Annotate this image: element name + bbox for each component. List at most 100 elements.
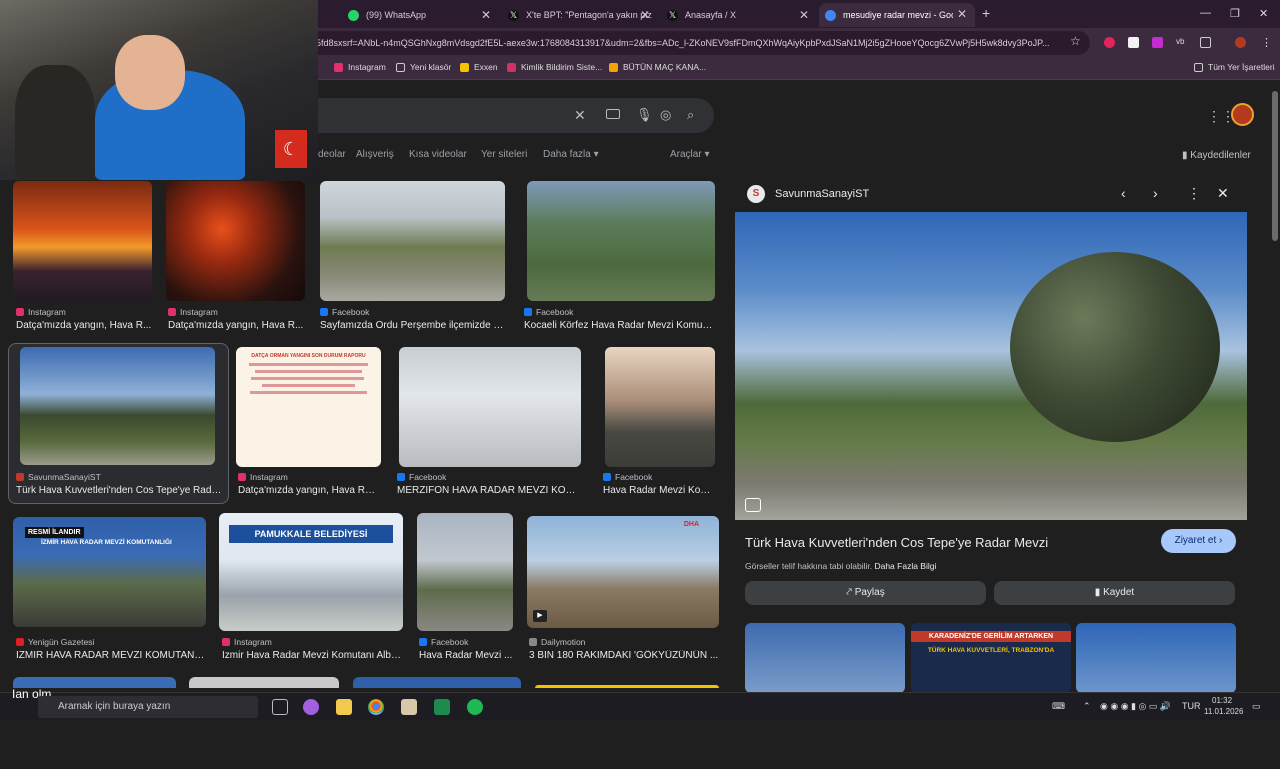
result-image[interactable]: PAMUKKALE BELEDİYESİ [219,513,403,631]
address-bar[interactable]: 5fd8sxsrf=ANbL-n4mQSGhNxg8mVdsgd2fE5L-ae… [300,31,1090,55]
close-window-icon[interactable]: ✕ [1259,7,1268,20]
result-image[interactable]: DHA ▶ [527,516,719,628]
restore-icon[interactable]: ❐ [1230,7,1240,20]
result-image[interactable] [353,677,521,688]
minimize-icon[interactable]: — [1200,7,1211,19]
more-options-icon[interactable]: ⋮ [1187,185,1201,202]
result-caption[interactable]: Kocaeli Körfez Hava Radar Mevzi Komuta..… [524,320,714,331]
result-caption[interactable]: Sayfamızda Ordu Perşembe ilçemizde g... [320,320,506,331]
tray-icons[interactable]: ◉ ◉ ◉ ▮ ◎ ▭ 🔊 [1100,701,1171,712]
close-icon[interactable]: ✕ [1217,185,1229,202]
bookmark-instagram[interactable]: Instagram [334,62,386,72]
clock-date[interactable]: 11.01.2026 [1204,707,1243,716]
new-tab-button[interactable]: + [982,5,990,21]
tab-x-post[interactable]: 𝕏 X'te BPT: "Pentagon'a yakın piz ✕ [502,4,658,26]
bookmark-exxen[interactable]: Exxen [460,62,498,72]
previous-icon[interactable]: ‹ [1121,185,1126,201]
close-tab-icon[interactable]: ✕ [799,8,809,22]
all-bookmarks[interactable]: Tüm Yer İşaretleri [1194,62,1275,72]
keyboard-icon[interactable] [606,109,620,119]
result-image[interactable] [527,181,715,301]
visit-button[interactable]: Ziyaret et › [1161,529,1236,553]
result-caption[interactable]: Datça'mızda yangın, Hava Ra... [238,485,378,496]
related-image[interactable] [1076,623,1236,693]
result-caption[interactable]: 3 BİN 180 RAKIMDAKİ 'GÖKYÜZÜNÜN ... [529,650,719,661]
menu-kebab-icon[interactable]: ⋮ [1261,36,1272,49]
tools-button[interactable]: Araçlar ▾ [670,149,709,160]
filter-places[interactable]: Yer siteleri [481,149,527,160]
show-hidden-icons[interactable]: ⌃ [1083,701,1091,712]
result-caption[interactable]: Türk Hava Kuvvetleri'nden Cos Tepe'ye Ra… [16,485,222,496]
result-caption[interactable]: MERZİFON HAVA RADAR MEVZİ KOMU... [397,485,583,496]
search-icon[interactable]: ⌕ [687,107,694,123]
app-icon[interactable] [434,699,450,715]
saved-button[interactable]: ▮ Kaydedilenler [1182,150,1251,161]
result-caption[interactable]: İzmir Hava Radar Mevzi Komutanı Alba... [222,650,404,661]
task-view-icon[interactable] [272,699,288,715]
account-avatar[interactable] [1231,103,1254,126]
clock-time[interactable]: 01:32 [1212,696,1232,705]
result-image[interactable] [535,685,719,688]
result-caption[interactable]: Hava Radar Mevzi Kom... [603,485,715,496]
more-info-link[interactable]: Daha Fazla Bilgi [874,561,936,571]
app-icon[interactable] [303,699,319,715]
close-tab-icon[interactable]: ✕ [640,8,650,22]
tab-whatsapp[interactable]: (99) WhatsApp ✕ [342,4,499,26]
bookmark-folder[interactable]: Yeni klasör [396,62,451,72]
app-icon[interactable] [401,699,417,715]
filter-videos[interactable]: deolar [318,149,346,160]
result-image[interactable] [399,347,581,467]
close-tab-icon[interactable]: ✕ [481,8,491,22]
page-scrollbar[interactable] [1270,81,1280,688]
extensions-puzzle-icon[interactable] [1200,37,1211,48]
result-image[interactable] [166,181,305,301]
extension-icon[interactable] [1128,37,1139,48]
keyboard-tray-icon[interactable]: ⌨ [1052,701,1065,712]
chrome-icon[interactable] [368,699,384,715]
tab-x-home[interactable]: 𝕏 Anasayfa / X ✕ [661,4,817,26]
language-indicator[interactable]: TUR [1182,701,1201,711]
extension-icon[interactable] [1152,37,1163,48]
result-image[interactable] [605,347,715,467]
result-image[interactable] [20,347,215,465]
result-image[interactable] [320,181,505,301]
extension-icon[interactable]: vb [1176,37,1187,48]
extension-icon[interactable] [1104,37,1115,48]
preview-image[interactable] [735,212,1247,520]
taskbar-search[interactable]: Aramak için buraya yazın [38,696,258,718]
filter-more[interactable]: Daha fazla ▾ [543,149,599,160]
microphone-icon[interactable]: 🎙 [636,107,653,123]
result-image[interactable]: RESMİ İLANDIR İZMİR HAVA RADAR MEVZİ KOM… [13,517,206,627]
result-caption[interactable]: Datça'mızda yangın, Hava R... [168,320,308,331]
result-caption[interactable]: Hava Radar Mevzi ... [419,650,513,661]
next-icon[interactable]: › [1153,185,1158,201]
lens-search-icon[interactable] [745,498,761,512]
related-image[interactable]: KARADENİZ'DE GERİLİM ARTARKEN TÜRK HAVA … [911,623,1071,693]
result-image[interactable] [417,513,513,631]
result-caption[interactable]: Datça'mızda yangın, Hava R... [16,320,156,331]
profile-avatar[interactable] [1235,37,1246,48]
lens-icon[interactable]: ◎ [660,107,671,123]
result-image[interactable] [13,181,152,301]
file-explorer-icon[interactable] [336,699,352,715]
result-caption[interactable]: İZMİR HAVA RADAR MEVZİ KOMUTANL... [16,650,206,661]
save-button[interactable]: ▮ Kaydet [994,581,1235,605]
notifications-icon[interactable]: ▭ [1252,701,1261,712]
panel-site-name[interactable]: SavunmaSanayiST [775,188,869,200]
spotify-icon[interactable] [467,699,483,715]
related-image[interactable] [745,623,905,693]
bookmark-mac-kanali[interactable]: BÜTÜN MAÇ KANA... [609,62,706,72]
panel-title[interactable]: Türk Hava Kuvvetleri'nden Cos Tepe'ye Ra… [745,535,1048,550]
clear-icon[interactable]: ✕ [574,107,586,124]
bookmark-kimlik[interactable]: Kimlik Bildirim Siste... [507,62,602,72]
bookmark-star-icon[interactable]: ☆ [1070,34,1081,48]
close-tab-icon[interactable]: ✕ [957,7,967,21]
filter-short-videos[interactable]: Kısa videolar [409,149,467,160]
result-image[interactable] [189,677,339,688]
tab-google-search[interactable]: mesudiye radar mevzi - Google ✕ [819,3,975,27]
filter-shopping[interactable]: Alışveriş [356,149,394,160]
share-button[interactable]: ⤤ Paylaş [745,581,986,605]
search-input[interactable]: ✕ 🎙 ◎ ⌕ [300,98,714,133]
result-image[interactable]: DATÇA ORMAN YANGINI SON DURUM RAPORU [236,347,381,467]
scrollbar-thumb[interactable] [1272,91,1278,241]
